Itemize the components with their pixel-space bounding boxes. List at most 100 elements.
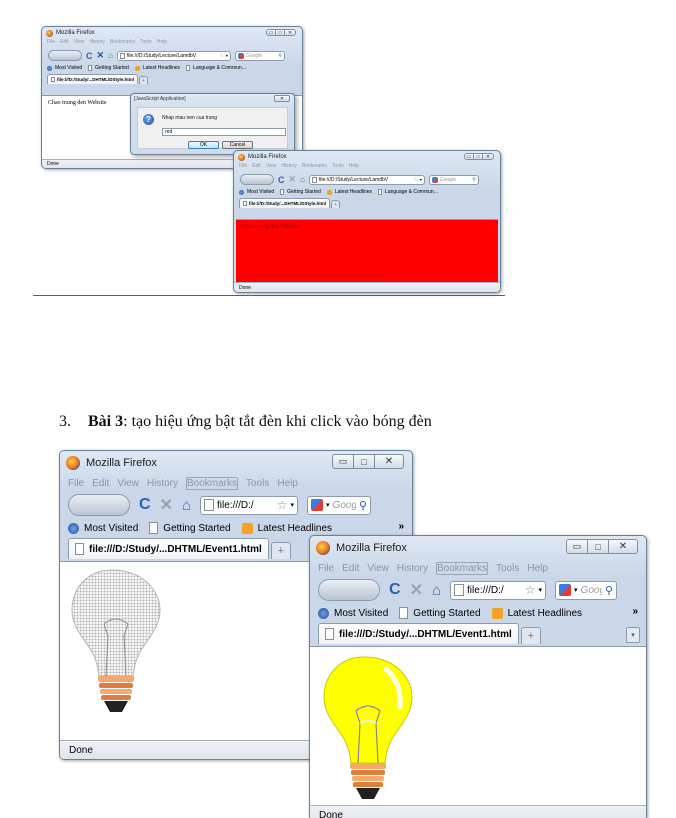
search-box[interactable]: Google ⚲ [428,174,479,185]
menu-file[interactable]: File [68,478,84,489]
menu-edit[interactable]: Edit [92,478,109,489]
new-tab-button[interactable]: + [139,76,149,84]
search-icon[interactable]: ⚲ [472,177,476,183]
menu-history[interactable]: History [281,163,297,172]
menu-history[interactable]: History [89,39,105,48]
light-bulb-off[interactable] [64,566,174,726]
google-icon[interactable] [431,176,438,183]
prompt-input[interactable]: red [162,128,286,136]
search-icon[interactable]: ⚲ [605,584,613,597]
reload-icon[interactable]: C [86,51,93,61]
dialog-close-button[interactable]: ✕ [274,95,290,102]
bookmark-latest-headlines[interactable]: Latest Headlines [335,189,372,195]
google-icon[interactable] [237,52,244,59]
back-forward-buttons[interactable] [240,174,274,185]
cancel-button[interactable]: Cancel [222,141,253,149]
menu-bookmarks[interactable]: Bookmarks [110,39,135,48]
search-box[interactable]: ▾ Goog ⚲ [307,495,372,515]
menu-help[interactable]: Help [527,563,548,574]
menu-view[interactable]: View [74,39,85,48]
new-tab-button[interactable]: + [520,627,541,644]
maximize-button[interactable]: □ [353,454,375,469]
bookmark-latest-headlines[interactable]: Latest Headlines [508,608,583,619]
bookmarks-overflow-chevron[interactable]: » [398,521,404,532]
google-icon[interactable] [559,584,572,596]
reload-icon[interactable]: C [139,496,151,514]
maximize-button[interactable]: □ [587,539,609,554]
home-icon[interactable]: ⌂ [432,582,441,599]
stop-icon[interactable]: ✕ [97,50,105,61]
stop-icon[interactable]: ✕ [410,580,423,600]
star-icon[interactable]: ☆ [219,53,223,59]
menu-file[interactable]: File [318,563,334,574]
dropdown-icon[interactable]: ▾ [574,586,578,594]
light-bulb-on[interactable] [316,653,426,805]
new-tab-button[interactable]: + [270,542,291,559]
menu-history[interactable]: History [147,478,178,489]
home-icon[interactable]: ⌂ [108,51,113,60]
stop-icon[interactable]: ✕ [289,174,297,185]
home-icon[interactable]: ⌂ [300,175,305,184]
search-box[interactable]: Google ⚲ [234,50,285,61]
bookmark-getting-started[interactable]: Getting Started [287,189,321,195]
bookmark-most-visited[interactable]: Most Visited [55,65,82,71]
bookmark-language[interactable]: Language & Commun... [193,65,246,71]
reload-icon[interactable]: C [278,175,285,185]
minimize-button[interactable]: ▭ [332,454,354,469]
google-icon[interactable] [311,499,324,511]
tab-event1[interactable]: file:///D:/Study/...DHTML/Event1.html [68,538,269,559]
url-bar[interactable]: file:///D:/Study/Lecture/LamdbV ☆ ▾ [116,50,231,61]
reload-icon[interactable]: C [389,581,401,599]
dropdown-icon[interactable]: ▾ [226,53,228,58]
bookmark-most-visited[interactable]: Most Visited [84,523,138,534]
menu-help[interactable]: Help [349,163,359,172]
menu-help[interactable]: Help [157,39,167,48]
url-bar[interactable]: file:///D:/ ☆ ▾ [450,580,547,600]
menu-tools[interactable]: Tools [332,163,344,172]
bookmark-latest-headlines[interactable]: Latest Headlines [143,65,180,71]
menu-edit[interactable]: Edit [252,163,261,172]
bookmark-most-visited[interactable]: Most Visited [247,189,274,195]
url-bar[interactable]: file:///D:/Study/Lecture/LamdbV ☆ ▾ [308,174,425,185]
menu-bookmarks[interactable]: Bookmarks [185,476,238,490]
menu-edit[interactable]: Edit [342,563,359,574]
minimize-button[interactable]: ▭ [566,539,588,554]
tab-list-dropdown[interactable]: ▾ [626,627,640,643]
menu-view[interactable]: View [117,478,139,489]
stop-icon[interactable]: ✕ [160,495,173,515]
bookmark-getting-started[interactable]: Getting Started [413,608,480,619]
menu-view[interactable]: View [367,563,389,574]
menu-file[interactable]: File [239,163,247,172]
dropdown-icon[interactable]: ▾ [326,501,330,509]
menu-file[interactable]: File [47,39,55,48]
bookmark-most-visited[interactable]: Most Visited [334,608,388,619]
tab-dstyle[interactable]: file:///D:/Study/...DHTML/DStyle.html [47,74,139,84]
ok-button[interactable]: OK [188,141,219,149]
menu-edit[interactable]: Edit [60,39,69,48]
back-forward-buttons[interactable] [48,50,82,61]
close-button[interactable]: ✕ [374,454,404,469]
star-icon[interactable]: ☆ [525,583,536,597]
star-icon[interactable]: ☆ [413,177,417,183]
menu-history[interactable]: History [397,563,428,574]
menu-tools[interactable]: Tools [496,563,519,574]
search-box[interactable]: ▾ Goog ⚲ [555,580,618,600]
tab-dstyle[interactable]: file:///D:/Study/...DHTML/DStyle.html [239,198,331,208]
close-button[interactable]: ✕ [284,29,296,36]
dropdown-icon[interactable]: ▾ [420,177,422,182]
back-forward-buttons[interactable] [68,494,130,516]
bookmark-latest-headlines[interactable]: Latest Headlines [258,523,333,534]
tab-event1[interactable]: file:///D:/Study/...DHTML/Event1.html [318,623,519,644]
home-icon[interactable]: ⌂ [182,497,191,514]
bookmark-getting-started[interactable]: Getting Started [163,523,230,534]
url-bar[interactable]: file:///D:/ ☆ ▾ [200,495,299,515]
back-forward-buttons[interactable] [318,579,380,601]
menu-tools[interactable]: Tools [246,478,269,489]
menu-tools[interactable]: Tools [140,39,152,48]
close-button[interactable]: ✕ [608,539,638,554]
bookmark-language[interactable]: Language & Commun... [385,189,438,195]
menu-bookmarks[interactable]: Bookmarks [435,561,488,575]
star-icon[interactable]: ☆ [277,498,288,512]
menu-bookmarks[interactable]: Bookmarks [302,163,327,172]
search-icon[interactable]: ⚲ [278,53,282,59]
